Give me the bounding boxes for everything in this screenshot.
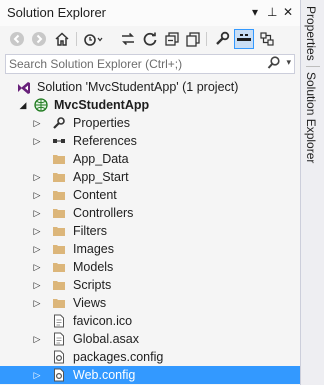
config-file-icon <box>52 350 66 364</box>
home-icon[interactable] <box>52 29 72 49</box>
toolbar-separator <box>76 32 77 46</box>
tree-item-label: Global.asax <box>73 332 140 346</box>
references-icon <box>52 134 66 148</box>
tree-item-label: favicon.ico <box>73 314 133 328</box>
tree-row-properties[interactable]: ▷ Properties <box>0 114 300 132</box>
expand-arrow-icon[interactable]: ▷ <box>32 368 42 382</box>
tree-row-packages-config[interactable]: packages.config <box>0 348 300 366</box>
show-all-files-icon[interactable] <box>183 29 203 49</box>
expand-arrow-icon[interactable]: ▷ <box>32 170 42 184</box>
tree-item-label: Controllers <box>73 206 134 220</box>
expand-arrow-icon[interactable]: ▷ <box>32 242 42 256</box>
collapse-all-icon[interactable] <box>162 29 182 49</box>
project-label: MvcStudentApp <box>54 98 150 112</box>
tree-row-views[interactable]: ▷ Views <box>0 294 300 312</box>
forward-icon[interactable] <box>29 29 49 49</box>
toolbar-separator <box>206 32 207 46</box>
tree-item-label: Models <box>73 260 114 274</box>
expand-arrow-icon[interactable]: ▷ <box>32 206 42 220</box>
folder-icon <box>52 278 66 292</box>
search-input[interactable] <box>9 56 259 72</box>
preview-selected-items-icon[interactable] <box>234 29 254 49</box>
sync-icon[interactable] <box>118 29 138 49</box>
tree-row-favicon-ico[interactable]: favicon.ico <box>0 312 300 330</box>
web-project-icon <box>34 98 48 112</box>
folder-icon <box>52 224 66 238</box>
wrench-icon <box>52 116 66 130</box>
tree-row-content[interactable]: ▷ Content <box>0 186 300 204</box>
expand-arrow-icon[interactable]: ▷ <box>32 224 42 238</box>
tree-item-label: App_Data <box>73 152 129 166</box>
config-file-icon <box>52 368 66 382</box>
pending-changes-icon[interactable] <box>83 29 103 49</box>
side-tab-solution-explorer[interactable]: Solution Explorer <box>304 72 318 163</box>
expand-arrow-icon[interactable]: ▷ <box>32 188 42 202</box>
folder-icon <box>52 296 66 310</box>
search-box[interactable]: ▾ <box>5 54 295 74</box>
folder-icon <box>52 170 66 184</box>
class-view-icon[interactable] <box>257 29 277 49</box>
tree-row-images[interactable]: ▷ Images <box>0 240 300 258</box>
file-icon <box>52 332 66 346</box>
back-icon[interactable] <box>7 29 27 49</box>
file-icon <box>52 314 66 328</box>
tree-row-references[interactable]: ▷ References <box>0 132 300 150</box>
tree-row-filters[interactable]: ▷ Filters <box>0 222 300 240</box>
tree-row-global-asax[interactable]: ▷ Global.asax <box>0 330 300 348</box>
tree-row-solution[interactable]: Solution 'MvcStudentApp' (1 project) <box>0 78 300 96</box>
close-icon[interactable]: ✕ <box>283 4 293 20</box>
folder-icon <box>52 152 66 166</box>
auto-hide-pin-icon[interactable]: ⊥ <box>267 4 277 20</box>
tree-item-label: Content <box>73 188 117 202</box>
solution-label: Solution 'MvcStudentApp' (1 project) <box>37 80 239 94</box>
expand-arrow-icon[interactable]: ▷ <box>32 134 42 148</box>
tree-item-label: Properties <box>73 116 130 130</box>
properties-icon[interactable] <box>212 29 232 49</box>
tree-item-label: Filters <box>73 224 108 238</box>
side-tab-properties[interactable]: Properties <box>304 6 318 61</box>
window-position-icon[interactable]: ▾ <box>252 4 258 20</box>
expand-arrow-icon[interactable]: ▷ <box>32 116 42 130</box>
tree-row-models[interactable]: ▷ Models <box>0 258 300 276</box>
side-tab-strip: Properties Solution Explorer <box>300 0 324 385</box>
expand-arrow-icon[interactable]: ▷ <box>32 332 42 346</box>
side-tab-separator <box>306 66 320 67</box>
title-bar: Solution Explorer ▾ ⊥ ✕ <box>0 0 300 26</box>
tree-item-label: References <box>73 134 137 148</box>
tree-item-label: Web.config <box>73 368 136 382</box>
expand-arrow-icon[interactable]: ▷ <box>32 260 42 274</box>
search-options-dropdown-icon[interactable]: ▾ <box>286 57 291 68</box>
folder-icon <box>52 188 66 202</box>
tree-item-label: Images <box>73 242 114 256</box>
folder-icon <box>52 260 66 274</box>
solution-icon <box>17 80 31 94</box>
tree-row-scripts[interactable]: ▷ Scripts <box>0 276 300 294</box>
collapse-arrow-icon[interactable]: ◢ <box>18 98 28 112</box>
tree-row-app-data[interactable]: App_Data <box>0 150 300 168</box>
tree-item-label: Views <box>73 296 107 310</box>
folder-icon <box>52 242 66 256</box>
folder-icon <box>52 206 66 220</box>
search-icon[interactable] <box>267 56 280 73</box>
tree-row-controllers[interactable]: ▷ Controllers <box>0 204 300 222</box>
refresh-icon[interactable] <box>140 29 160 49</box>
tree-row-project[interactable]: ◢ MvcStudentApp <box>0 96 300 114</box>
tree-row-app-start[interactable]: ▷ App_Start <box>0 168 300 186</box>
tree-row-web-config[interactable]: ▷ Web.config <box>0 366 300 384</box>
panel-title: Solution Explorer <box>7 5 106 20</box>
expand-arrow-icon[interactable]: ▷ <box>32 278 42 292</box>
tree-item-label: Scripts <box>73 278 112 292</box>
tree-item-label: App_Start <box>73 170 129 184</box>
visual-studio-frame: Solution Explorer ▾ ⊥ ✕ Search Solution … <box>0 0 324 385</box>
solution-explorer-panel: Solution Explorer ▾ ⊥ ✕ Search Solution … <box>0 0 300 385</box>
toolbar <box>0 26 300 53</box>
tree-item-label: packages.config <box>73 350 164 364</box>
expand-arrow-icon[interactable]: ▷ <box>32 296 42 310</box>
